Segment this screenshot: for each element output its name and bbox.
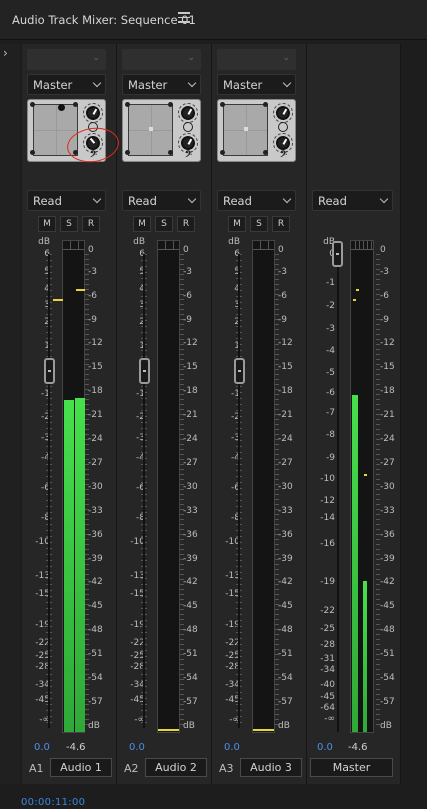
track-id: A3 — [219, 762, 234, 775]
automation-mode-select[interactable]: Read — [27, 190, 106, 211]
automation-mode-select[interactable]: Read — [122, 190, 201, 211]
chevron-down-icon — [92, 194, 102, 204]
volume-readout[interactable]: 0.0 — [129, 742, 145, 753]
volume-fader-handle[interactable] — [139, 358, 150, 384]
output-select[interactable]: Master — [27, 74, 106, 95]
master-fader-scale: dB 0 -1 -2 -3 -4 -5 -6 -7 -8 -9 -10 -12 … — [320, 237, 335, 724]
track-name[interactable]: Audio 3 — [240, 758, 302, 777]
center-percent-icon — [183, 122, 193, 132]
meter-scale: 0 -3 -6 -9 -12 -15 -18 -21 -24 -27 -30 -… — [278, 245, 293, 731]
solo-button[interactable]: S — [60, 216, 78, 232]
chevron-down-icon: ⌄ — [92, 53, 100, 63]
track-id: A2 — [124, 762, 139, 775]
volume-readout[interactable]: 0.0 — [34, 742, 50, 753]
meter-scale: 0 -3 -6 -9 -12 -15 -18 -21 -24 -27 -30 -… — [88, 245, 103, 731]
timecode-display[interactable]: 00:00:11:00 — [21, 797, 85, 808]
record-button[interactable]: R — [272, 216, 290, 232]
automation-mode-select[interactable]: Read — [217, 190, 296, 211]
chevron-down-icon — [187, 78, 197, 88]
channel-strip-a2: ⌄ Master 𝄢 Read M S R dB 6 5 4 3 2 1 0 -… — [117, 44, 212, 784]
output-select-label: Master — [223, 78, 263, 92]
panel-header: Audio Track Mixer: Sequence 01 — [0, 0, 427, 40]
input-select-disabled: ⌄ — [27, 49, 106, 70]
output-select[interactable]: Master — [122, 74, 201, 95]
meter-scale: 0 -3 -6 -9 -12 -15 -18 -21 -24 -27 -30 -… — [380, 245, 395, 731]
level-meter — [157, 240, 180, 733]
track-name[interactable]: Audio 2 — [145, 758, 207, 777]
solo-button[interactable]: S — [250, 216, 268, 232]
master-volume-fader-handle[interactable] — [332, 241, 343, 267]
automation-mode-label: Read — [318, 194, 347, 208]
pan-position-dot[interactable] — [244, 127, 248, 131]
chevron-down-icon: ⌄ — [187, 53, 195, 63]
track-name[interactable]: Master — [310, 758, 393, 777]
volume-fader-handle[interactable] — [234, 358, 245, 384]
record-button[interactable]: R — [82, 216, 100, 232]
volume-readout[interactable]: 0.0 — [224, 742, 240, 753]
chevron-down-icon — [92, 78, 102, 88]
chevron-down-icon — [282, 78, 292, 88]
panel-title: Audio Track Mixer: Sequence 01 — [12, 13, 196, 27]
record-button[interactable]: R — [177, 216, 195, 232]
peak-hold-mid — [364, 474, 367, 476]
peak-hold-left — [53, 299, 63, 301]
volume-readout[interactable]: 0.0 — [317, 742, 333, 753]
mute-button[interactable]: M — [228, 216, 246, 232]
meter-scale: 0 -3 -6 -9 -12 -15 -18 -21 -24 -27 -30 -… — [183, 245, 198, 731]
chevron-down-icon — [187, 194, 197, 204]
master-level-meter — [350, 240, 374, 733]
chevron-down-icon — [282, 194, 292, 204]
track-name[interactable]: Audio 1 — [50, 758, 112, 777]
automation-mode-label: Read — [223, 194, 252, 208]
channel-strip-a3: ⌄ Master 𝄢 Read M S R dB 6 5 4 3 2 1 0 -… — [212, 44, 307, 784]
output-select[interactable]: Master — [217, 74, 296, 95]
automation-mode-select[interactable]: Read — [312, 190, 393, 211]
peak-hold-left — [353, 299, 356, 301]
meter-bar-right — [363, 581, 367, 732]
chevron-down-icon: ⌄ — [282, 53, 290, 63]
center-percent-icon — [278, 122, 288, 132]
input-select-disabled: ⌄ — [122, 49, 201, 70]
meter-floor-mark — [158, 729, 179, 731]
solo-button[interactable]: S — [155, 216, 173, 232]
panner-control[interactable]: 𝄢 — [122, 99, 201, 162]
channel-strip-master: Read dB 0 -1 -2 -3 -4 -5 -6 -7 -8 -9 -10… — [307, 44, 401, 784]
effects-strip-collapsed — [0, 44, 20, 784]
bass-clef-icon: 𝄢 — [185, 149, 193, 162]
level-meter — [53, 240, 85, 733]
peak-hold-right — [356, 289, 359, 291]
meter-bar-left — [352, 395, 358, 732]
panel-menu-icon[interactable] — [178, 12, 190, 24]
meter-bar-right — [75, 398, 85, 732]
pan-position-dot[interactable] — [58, 104, 65, 111]
meter-bar-left — [64, 400, 74, 732]
input-select-disabled: ⌄ — [217, 49, 296, 70]
output-select-label: Master — [128, 78, 168, 92]
automation-mode-label: Read — [128, 194, 157, 208]
output-select-label: Master — [33, 78, 73, 92]
meter-floor-mark — [253, 729, 274, 731]
mute-button[interactable]: M — [133, 216, 151, 232]
pan-position-dot[interactable] — [149, 127, 153, 131]
peak-readout: -4.6 — [66, 742, 86, 753]
automation-mode-label: Read — [33, 194, 62, 208]
level-meter — [252, 240, 275, 733]
track-id: A1 — [29, 762, 44, 775]
bass-clef-icon: 𝄢 — [280, 149, 288, 162]
peak-readout: -4.6 — [348, 742, 368, 753]
peak-hold-right — [76, 289, 85, 291]
expand-effects-icon[interactable]: › — [3, 46, 8, 60]
chevron-down-icon — [379, 194, 389, 204]
volume-fader-handle[interactable] — [44, 358, 55, 384]
mute-button[interactable]: M — [38, 216, 56, 232]
panner-control[interactable]: 𝄢 — [217, 99, 296, 162]
